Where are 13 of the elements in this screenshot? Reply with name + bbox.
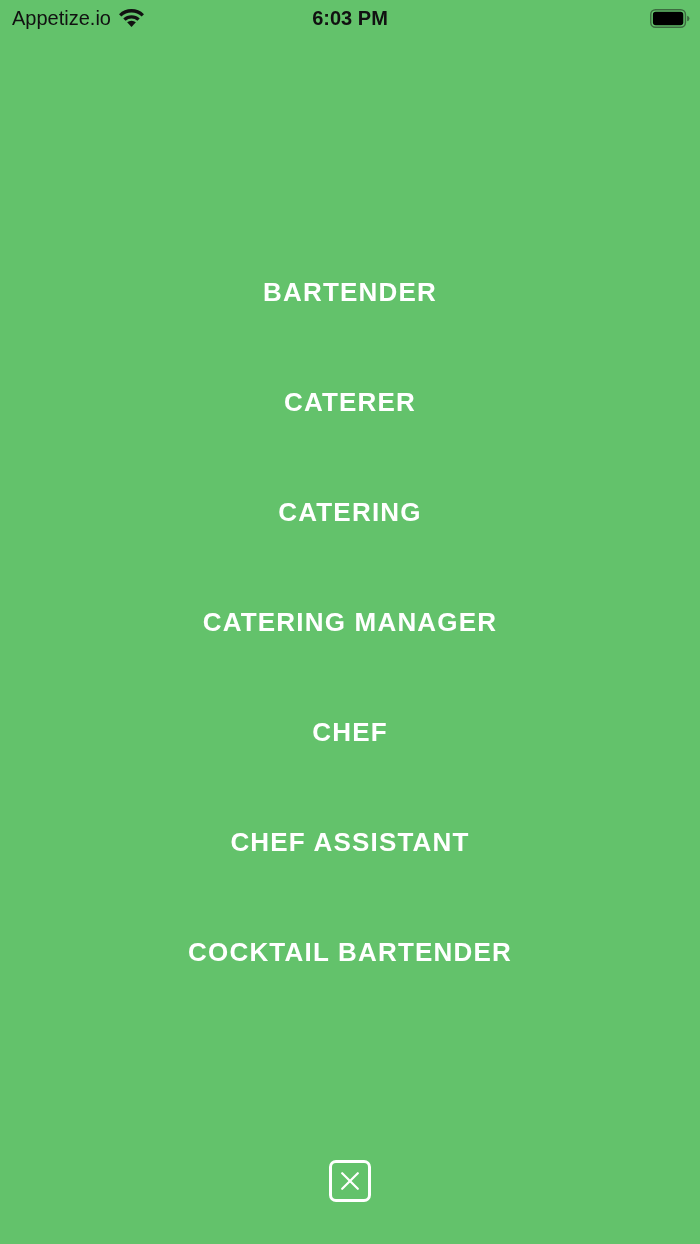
job-title-option[interactable]: BARTENDER <box>251 237 449 347</box>
close-icon <box>341 1172 359 1190</box>
clock-time: 6:03 PM <box>312 6 388 30</box>
wifi-icon <box>118 9 144 27</box>
close-button[interactable] <box>329 1160 371 1202</box>
job-title-option[interactable]: COCKTAIL BARTENDER <box>176 897 524 1007</box>
job-title-option[interactable]: CATERING MANAGER <box>190 567 510 677</box>
job-title-option[interactable]: CATERER <box>271 347 429 457</box>
carrier-name: Appetize.io <box>12 6 111 30</box>
battery-icon <box>650 8 690 28</box>
job-title-option[interactable]: CATERING <box>266 457 434 567</box>
job-title-option[interactable]: CHEF <box>300 677 400 787</box>
job-title-option[interactable]: CHEF ASSISTANT <box>218 787 482 897</box>
